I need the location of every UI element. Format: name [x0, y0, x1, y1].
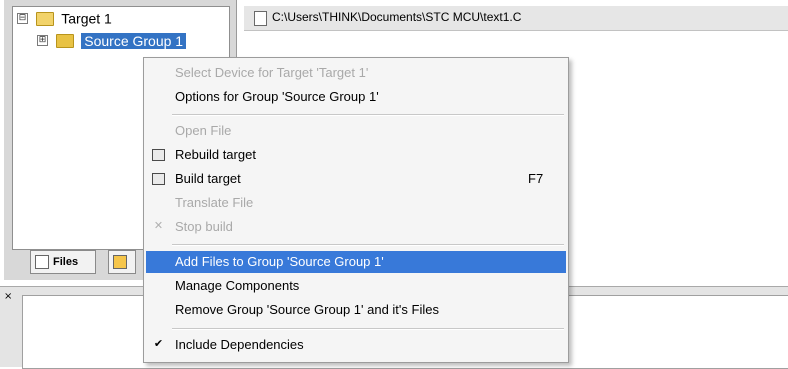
menu-item-remove-group[interactable]: Remove Group 'Source Group 1' and it's F… — [146, 299, 566, 321]
tab-files-label: Files — [53, 256, 79, 268]
build-icon — [152, 173, 165, 185]
menu-item-manage-components[interactable]: Manage Components — [146, 275, 566, 297]
tree-item-source-group[interactable]: ⊞ Source Group 1 — [37, 31, 187, 49]
editor-tab[interactable]: C:\Users\THINK\Documents\STC MCU\text1.C — [244, 6, 788, 31]
menu-item-select-device[interactable]: Select Device for Target 'Target 1' — [146, 62, 566, 84]
menu-item-options-for-group[interactable]: Options for Group 'Source Group 1' — [146, 86, 566, 108]
tree-label-source-group: Source Group 1 — [81, 32, 187, 49]
checkmark-icon: ✔ — [153, 337, 164, 350]
tab-files[interactable]: Files — [30, 250, 96, 274]
menu-separator — [172, 244, 564, 246]
close-icon[interactable]: × — [4, 291, 12, 302]
tab-books[interactable] — [108, 250, 136, 274]
menu-separator — [172, 328, 564, 330]
menu-item-include-dependencies[interactable]: ✔ Include Dependencies — [146, 334, 566, 356]
files-tab-icon — [35, 255, 49, 270]
tree-label-target: Target 1 — [61, 10, 112, 27]
menu-item-build-target[interactable]: Build target F7 — [146, 168, 566, 190]
menu-item-add-files[interactable]: Add Files to Group 'Source Group 1' — [146, 251, 566, 273]
menu-separator — [172, 114, 564, 116]
editor-file-path: C:\Users\THINK\Documents\STC MCU\text1.C — [272, 10, 522, 24]
menu-item-open-file[interactable]: Open File — [146, 120, 566, 142]
books-tab-icon — [113, 255, 127, 270]
menu-item-rebuild-target[interactable]: Rebuild target — [146, 144, 566, 166]
tree-item-target[interactable]: ⊟ Target 1 — [17, 9, 112, 27]
group-folder-icon — [55, 33, 74, 48]
stop-build-icon: ✕ — [153, 219, 164, 232]
build-shortcut: F7 — [528, 171, 544, 186]
menu-item-translate-file[interactable]: Translate File — [146, 192, 566, 214]
collapse-icon[interactable]: ⊟ — [17, 13, 28, 25]
rebuild-icon — [152, 149, 165, 161]
target-folder-icon — [35, 11, 54, 26]
menu-item-stop-build[interactable]: ✕ Stop build — [146, 216, 566, 238]
context-menu: Select Device for Target 'Target 1' Opti… — [143, 57, 569, 363]
document-icon — [254, 11, 267, 26]
expand-icon[interactable]: ⊞ — [37, 35, 48, 47]
